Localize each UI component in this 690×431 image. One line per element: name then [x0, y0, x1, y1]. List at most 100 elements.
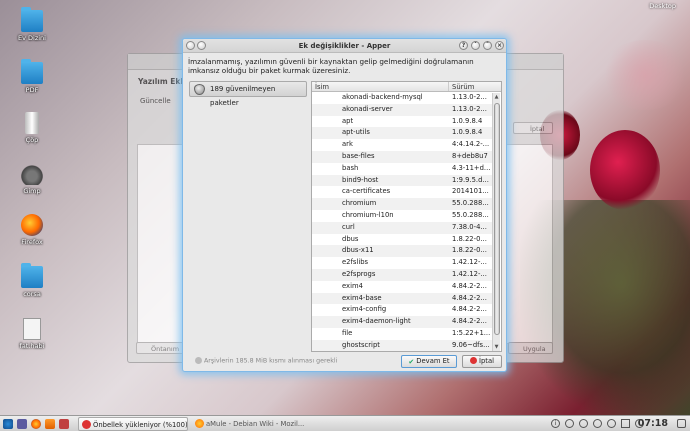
bluetooth-tray-icon[interactable]	[593, 419, 602, 428]
package-version: 4.84.2-2...	[452, 281, 487, 290]
cancel-button[interactable]: İptal	[462, 355, 502, 368]
desktop-icon-home[interactable]: Ev Dizini	[12, 7, 52, 42]
continue-button-label: Devam Et	[416, 357, 450, 365]
continue-button[interactable]: ✔ Devam Et	[401, 355, 457, 368]
desktop-toolbox-button[interactable]: Desktop	[649, 2, 676, 10]
package-version: 1.13.0-2...	[452, 93, 487, 101]
package-version: 55.0.288...	[452, 210, 489, 219]
gimp-icon	[21, 163, 43, 185]
desktop-icon-label: Ev Dizini	[18, 34, 46, 42]
scrollbar-thumb[interactable]	[494, 103, 500, 335]
vlc-launcher-icon[interactable]	[45, 419, 55, 429]
table-body: akonadi-backend-mysql 1.13.0-2... akonadi-…	[312, 92, 492, 351]
package-name: akonadi-backend-mysql	[342, 93, 423, 101]
table-row[interactable]: exim4-base 4.84.2-2...	[312, 292, 492, 305]
untrusted-packages-item[interactable]: 189 güvenilmeyen paketler	[189, 81, 307, 107]
package-version: 9.06~dfs...	[452, 340, 490, 349]
table-row[interactable]: dbus-x11 1.8.22-0...	[312, 245, 492, 258]
table-row[interactable]: file 1:5.22+1...	[312, 328, 492, 340]
table-row[interactable]: akonadi-backend-mysql 1.13.0-2...	[312, 92, 492, 104]
package-updates-tray-icon[interactable]	[565, 419, 574, 428]
desktop-icon-label: fat.habi	[19, 342, 45, 350]
table-row[interactable]: chromium 55.0.288...	[312, 198, 492, 210]
task-label: Önbellek yükleniyor (%100)	[93, 421, 188, 429]
desktop-icon-gimp[interactable]: Gimp	[12, 163, 52, 195]
maximize-icon[interactable]: ˆ	[483, 41, 492, 50]
package-name: ark	[342, 140, 353, 149]
scroll-up-icon[interactable]: ▲	[493, 93, 500, 101]
package-name: dbus	[342, 234, 359, 243]
cancel-button-label: İptal	[478, 357, 495, 365]
application-launcher-icon[interactable]	[3, 419, 13, 429]
wallpaper-flower	[590, 130, 660, 210]
help-icon[interactable]: ?	[459, 41, 468, 50]
table-row[interactable]: apt-utils 1.0.9.8.4	[312, 127, 492, 140]
package-version: 1.0.9.8.4	[452, 116, 483, 125]
package-name: chromium	[342, 199, 377, 208]
firefox-icon	[21, 214, 43, 236]
desktop-icon-corsa[interactable]: corsa	[12, 263, 52, 298]
table-row[interactable]: apt 1.0.9.8.4	[312, 116, 492, 128]
package-version: 55.0.288...	[452, 199, 489, 208]
table-row[interactable]: ghostscript 9.06~dfs...	[312, 339, 492, 351]
table-row[interactable]: exim4-daemon-light 4.84.2-2...	[312, 316, 492, 328]
package-name: apt	[342, 116, 354, 125]
column-header-version[interactable]: Sürüm	[449, 82, 474, 91]
minimize-icon[interactable]: ˇ	[471, 41, 480, 50]
column-header-name[interactable]: İsim	[312, 82, 449, 91]
trash-icon	[25, 112, 39, 134]
firefox-task-icon	[195, 419, 204, 428]
scroll-down-icon[interactable]: ▼	[493, 343, 500, 351]
desktop-icon-label: PDF	[25, 86, 39, 94]
desktop-icon-trash[interactable]: Çöp	[12, 112, 52, 144]
window-menu-icon[interactable]	[186, 41, 195, 50]
network-tray-icon[interactable]	[607, 419, 616, 428]
media-launcher-icon[interactable]	[59, 419, 69, 429]
firefox-launcher-icon[interactable]	[31, 419, 41, 429]
package-name: dbus-x11	[342, 246, 374, 255]
task-package-manager[interactable]: Önbellek yükleniyor (%100)	[78, 417, 188, 431]
table-row[interactable]: chromium-l10n 55.0.288...	[312, 210, 492, 222]
close-icon[interactable]: ×	[495, 41, 504, 50]
package-name: base-files	[342, 151, 375, 160]
table-row[interactable]: akonadi-server 1.13.0-2...	[312, 103, 492, 116]
shield-icon	[194, 84, 205, 95]
vertical-scrollbar[interactable]: ▲ ▼	[492, 93, 500, 351]
clipboard-tray-icon[interactable]	[579, 419, 588, 428]
info-icon	[195, 357, 202, 364]
background-apply-button[interactable]: Uygula	[508, 342, 553, 354]
dialog-title: Ek değişiklikler - Apper	[298, 42, 391, 50]
info-tray-icon[interactable]: i	[551, 419, 560, 428]
background-window-subtitle: Güncelle	[140, 97, 171, 105]
keep-above-icon[interactable]	[197, 41, 206, 50]
desktop-icon-label: Gimp	[23, 187, 41, 195]
package-version: 1.8.22-0...	[452, 234, 487, 243]
cancel-icon	[469, 357, 477, 364]
package-name: chromium-l10n	[342, 210, 394, 219]
desktop-icon-document[interactable]: fat.habi	[12, 318, 52, 350]
task-browser[interactable]: aMule - Debian Wiki - Mozil...	[192, 417, 304, 431]
background-cancel-button[interactable]: İptal	[513, 122, 553, 134]
panel-toolbox-icon[interactable]	[677, 419, 686, 428]
table-row[interactable]: exim4 4.84.2-2...	[312, 281, 492, 293]
pager-icon[interactable]	[17, 419, 27, 429]
table-row[interactable]: dbus 1.8.22-0...	[312, 234, 492, 246]
table-row[interactable]: ca-certificates 2014101...	[312, 186, 492, 198]
desktop-icon-firefox[interactable]: Firefox	[12, 214, 52, 246]
table-row[interactable]: curl 7.38.0-4...	[312, 221, 492, 234]
table-row[interactable]: bind9-host 1:9.9.5.d...	[312, 174, 492, 187]
table-row[interactable]: bash 4.3-11+d...	[312, 163, 492, 175]
table-row[interactable]: exim4-config 4.84.2-2...	[312, 304, 492, 316]
package-name: exim4-config	[342, 305, 387, 314]
folder-icon	[21, 263, 43, 288]
table-row[interactable]: e2fsprogs 1.42.12-...	[312, 268, 492, 281]
clock[interactable]: 07:18	[638, 417, 668, 431]
table-row[interactable]: e2fslibs 1.42.12-...	[312, 257, 492, 269]
package-name: exim4	[342, 281, 363, 290]
desktop-icon-pdf[interactable]: PDF	[12, 59, 52, 94]
wifi-tray-icon[interactable]	[621, 419, 630, 428]
table-row[interactable]: base-files 8+deb8u7	[312, 150, 492, 163]
download-size-text: Arşivlerin 185.8 MiB kısmı alınması gere…	[204, 357, 338, 365]
table-row[interactable]: ark 4:4.14.2-...	[312, 139, 492, 151]
untrusted-packages-label: 189 güvenilmeyen paketler	[210, 85, 276, 107]
